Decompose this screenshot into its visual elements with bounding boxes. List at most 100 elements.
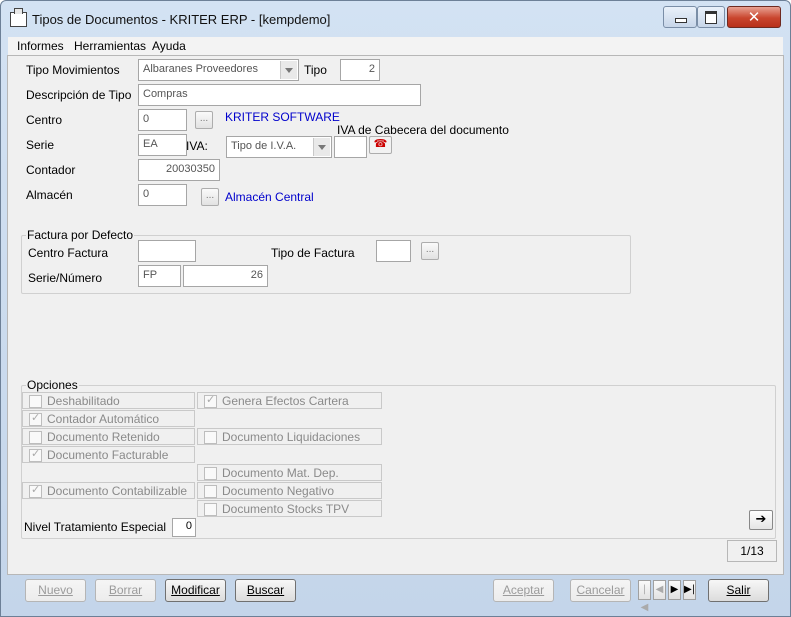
buscar-button[interactable]: Buscar bbox=[235, 579, 296, 602]
nuevo-button[interactable]: Nuevo bbox=[25, 579, 86, 602]
first-record-button[interactable]: |◀ bbox=[638, 580, 651, 613]
checkbox[interactable] bbox=[204, 431, 217, 444]
option-documento-facturable[interactable]: Documento Facturable bbox=[22, 446, 195, 463]
option-genera-efectos-cartera[interactable]: Genera Efectos Cartera bbox=[197, 392, 382, 409]
checkbox[interactable] bbox=[204, 393, 217, 408]
close-button[interactable]: ✕ bbox=[727, 6, 781, 28]
arrow-right-icon: ➔ bbox=[755, 512, 767, 527]
descripcion-field[interactable]: Compras bbox=[138, 84, 421, 106]
option-label: Documento Negativo bbox=[222, 484, 335, 498]
salir-button[interactable]: Salir bbox=[708, 579, 769, 602]
option-contador-automatico[interactable]: Contador Automático bbox=[22, 410, 195, 427]
tipo-label: Tipo bbox=[304, 63, 327, 77]
checkbox[interactable] bbox=[204, 467, 217, 480]
checkbox[interactable] bbox=[204, 503, 217, 516]
iva-cabecera-field[interactable] bbox=[334, 136, 367, 158]
tipo-factura-field[interactable] bbox=[376, 240, 411, 262]
opciones-group-title: Opciones bbox=[26, 378, 79, 392]
menu-ayuda[interactable]: Ayuda bbox=[152, 39, 186, 53]
iva-cabecera-label: IVA de Cabecera del documento bbox=[337, 123, 509, 137]
almacen-label: Almacén bbox=[26, 188, 73, 202]
option-documento-stocks-tpv[interactable]: Documento Stocks TPV bbox=[197, 500, 382, 517]
serie-field[interactable]: EA bbox=[138, 134, 187, 156]
contador-field[interactable]: 20030350 bbox=[138, 159, 220, 181]
next-record-button[interactable]: ▶ bbox=[668, 580, 681, 600]
last-record-button[interactable]: ▶| bbox=[683, 580, 696, 600]
option-documento-liquidaciones[interactable]: Documento Liquidaciones bbox=[197, 428, 382, 445]
option-label: Contador Automático bbox=[47, 412, 160, 426]
centro-factura-label: Centro Factura bbox=[28, 246, 109, 260]
tipo-factura-lookup-button[interactable]: ... bbox=[421, 242, 439, 260]
aceptar-button[interactable]: Aceptar bbox=[493, 579, 554, 602]
chevron-down-icon[interactable] bbox=[280, 61, 297, 79]
option-label: Documento Facturable bbox=[47, 448, 169, 462]
factura-numero-field[interactable]: 26 bbox=[183, 265, 268, 287]
chevron-down-icon[interactable] bbox=[313, 138, 330, 156]
option-documento-mat-dep[interactable]: Documento Mat. Dep. bbox=[197, 464, 382, 481]
option-label: Genera Efectos Cartera bbox=[222, 394, 349, 408]
last-record-icon: ▶| bbox=[684, 584, 696, 595]
menu-bar: Informes Herramientas Ayuda bbox=[8, 37, 783, 56]
option-documento-negativo[interactable]: Documento Negativo bbox=[197, 482, 382, 499]
prev-record-icon: ◀ bbox=[655, 584, 664, 595]
iva-combo-value: Tipo de I.V.A. bbox=[231, 140, 297, 152]
checkbox[interactable] bbox=[29, 411, 42, 426]
iva-combo[interactable]: Tipo de I.V.A. bbox=[226, 136, 332, 158]
iva-label: IVA: bbox=[186, 139, 208, 153]
option-label: Documento Mat. Dep. bbox=[222, 466, 339, 480]
option-label: Deshabilitado bbox=[47, 394, 120, 408]
option-label: Documento Stocks TPV bbox=[222, 502, 350, 516]
checkbox[interactable] bbox=[29, 431, 42, 444]
next-page-button[interactable]: ➔ bbox=[749, 510, 773, 530]
centro-label: Centro bbox=[26, 113, 63, 127]
checkbox[interactable] bbox=[204, 485, 217, 498]
option-label: Documento Retenido bbox=[47, 430, 160, 444]
centro-factura-field[interactable] bbox=[138, 240, 196, 262]
menu-herramientas[interactable]: Herramientas bbox=[74, 39, 146, 53]
tipo-movimientos-value: Albaranes Proveedores bbox=[143, 63, 258, 75]
contador-label: Contador bbox=[26, 163, 76, 177]
centro-name: KRITER SOFTWARE bbox=[225, 110, 340, 124]
title-bar[interactable]: Tipos de Documentos - KRITER ERP - [kemp… bbox=[1, 1, 790, 37]
serie-label: Serie bbox=[26, 138, 55, 152]
close-icon: ✕ bbox=[747, 8, 761, 26]
next-record-icon: ▶ bbox=[670, 584, 679, 595]
factura-group bbox=[21, 235, 631, 294]
checkbox[interactable] bbox=[29, 395, 42, 408]
option-documento-contabilizable[interactable]: Documento Contabilizable bbox=[22, 482, 195, 499]
almacen-field[interactable]: 0 bbox=[138, 184, 187, 206]
tipo-field[interactable]: 2 bbox=[340, 59, 380, 81]
cancelar-button[interactable]: Cancelar bbox=[570, 579, 631, 602]
phone-icon-button[interactable]: ☎ bbox=[369, 136, 392, 154]
menu-informes[interactable]: Informes bbox=[17, 39, 64, 53]
factura-serie-field[interactable]: FP bbox=[138, 265, 181, 287]
tipo-movimientos-label: Tipo Movimientos bbox=[26, 63, 120, 77]
checkbox[interactable] bbox=[29, 483, 42, 498]
nivel-tratamiento-field[interactable]: 0 bbox=[172, 518, 196, 537]
checkbox[interactable] bbox=[29, 447, 42, 462]
minimize-icon bbox=[675, 18, 687, 23]
option-label: Documento Contabilizable bbox=[47, 484, 188, 498]
tipo-factura-label: Tipo de Factura bbox=[271, 246, 355, 260]
borrar-button[interactable]: Borrar bbox=[95, 579, 156, 602]
record-navigator: |◀ ◀ ▶ ▶| bbox=[638, 580, 698, 613]
tipo-movimientos-combo[interactable]: Albaranes Proveedores bbox=[138, 59, 299, 81]
descripcion-label: Descripción de Tipo bbox=[26, 88, 132, 102]
prev-record-button[interactable]: ◀ bbox=[653, 580, 666, 600]
window-title: Tipos de Documentos - KRITER ERP - [kemp… bbox=[32, 12, 331, 27]
almacen-lookup-button[interactable]: ... bbox=[201, 188, 219, 206]
first-record-icon: |◀ bbox=[640, 584, 649, 613]
phone-icon: ☎ bbox=[373, 138, 388, 150]
app-icon bbox=[10, 8, 27, 27]
centro-lookup-button[interactable]: ... bbox=[195, 111, 213, 129]
option-documento-retenido[interactable]: Documento Retenido bbox=[22, 428, 195, 445]
nivel-tratamiento-label: Nivel Tratamiento Especial bbox=[24, 520, 167, 534]
serie-numero-label: Serie/Número bbox=[28, 271, 103, 285]
record-counter: 1/13 bbox=[727, 540, 777, 562]
maximize-button[interactable] bbox=[697, 6, 725, 28]
maximize-icon bbox=[705, 11, 717, 24]
modificar-button[interactable]: Modificar bbox=[165, 579, 226, 602]
minimize-button[interactable] bbox=[663, 6, 697, 28]
option-deshabilitado[interactable]: Deshabilitado bbox=[22, 392, 195, 409]
centro-field[interactable]: 0 bbox=[138, 109, 187, 131]
